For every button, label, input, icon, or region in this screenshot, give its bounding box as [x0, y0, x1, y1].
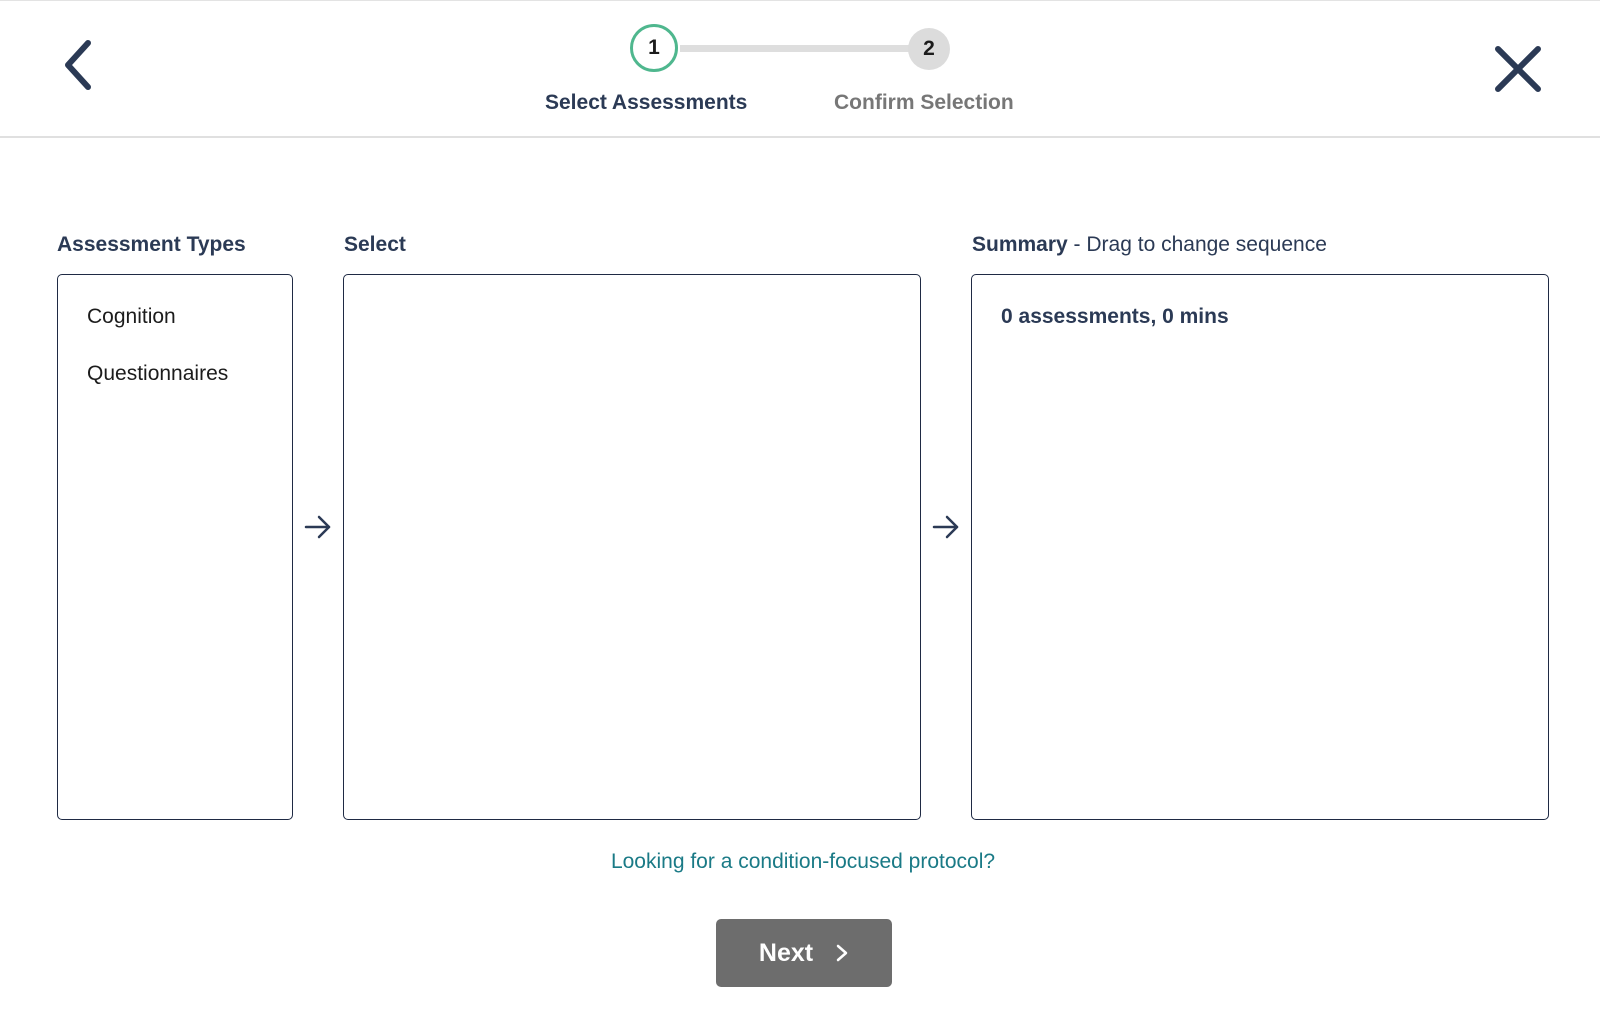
next-button[interactable]: Next: [716, 919, 892, 987]
select-panel: [343, 274, 921, 820]
chevron-left-icon: [65, 40, 91, 90]
select-heading: Select: [344, 233, 406, 256]
step-1-indicator: 1: [630, 24, 678, 72]
summary-heading-subtitle: - Drag to change sequence: [1067, 233, 1327, 256]
summary-count: 0 assessments, 0 mins: [1001, 305, 1229, 328]
summary-heading-title: Summary: [972, 233, 1068, 256]
arrow-right-icon: [304, 515, 331, 539]
step-2-indicator: 2: [908, 28, 950, 70]
step-1-label: Select Assessments: [545, 91, 748, 114]
assessment-type-cognition[interactable]: Cognition: [87, 305, 176, 329]
close-icon: [1495, 46, 1541, 92]
step-2-label: Confirm Selection: [834, 91, 1014, 114]
close-button[interactable]: [1490, 41, 1546, 97]
arrow-right-icon: [932, 515, 959, 539]
assessment-type-questionnaires[interactable]: Questionnaires: [87, 362, 228, 386]
stepper-progress-line: [680, 45, 912, 52]
condition-protocol-link[interactable]: Looking for a condition-focused protocol…: [0, 850, 1600, 874]
summary-panel[interactable]: 0 assessments, 0 mins: [971, 274, 1549, 820]
next-button-label: Next: [758, 938, 814, 967]
wizard-header: 1 2 Select Assessments Confirm Selection: [0, 0, 1600, 138]
condition-protocol-link-text[interactable]: Looking for a condition-focused protocol…: [611, 850, 995, 873]
chevron-right-icon: [836, 944, 848, 962]
assessment-types-panel: Cognition Questionnaires: [57, 274, 293, 820]
back-button[interactable]: [56, 35, 100, 95]
assessment-types-heading: Assessment Types: [57, 233, 246, 256]
summary-heading: Summary - Drag to change sequence: [972, 233, 1327, 257]
